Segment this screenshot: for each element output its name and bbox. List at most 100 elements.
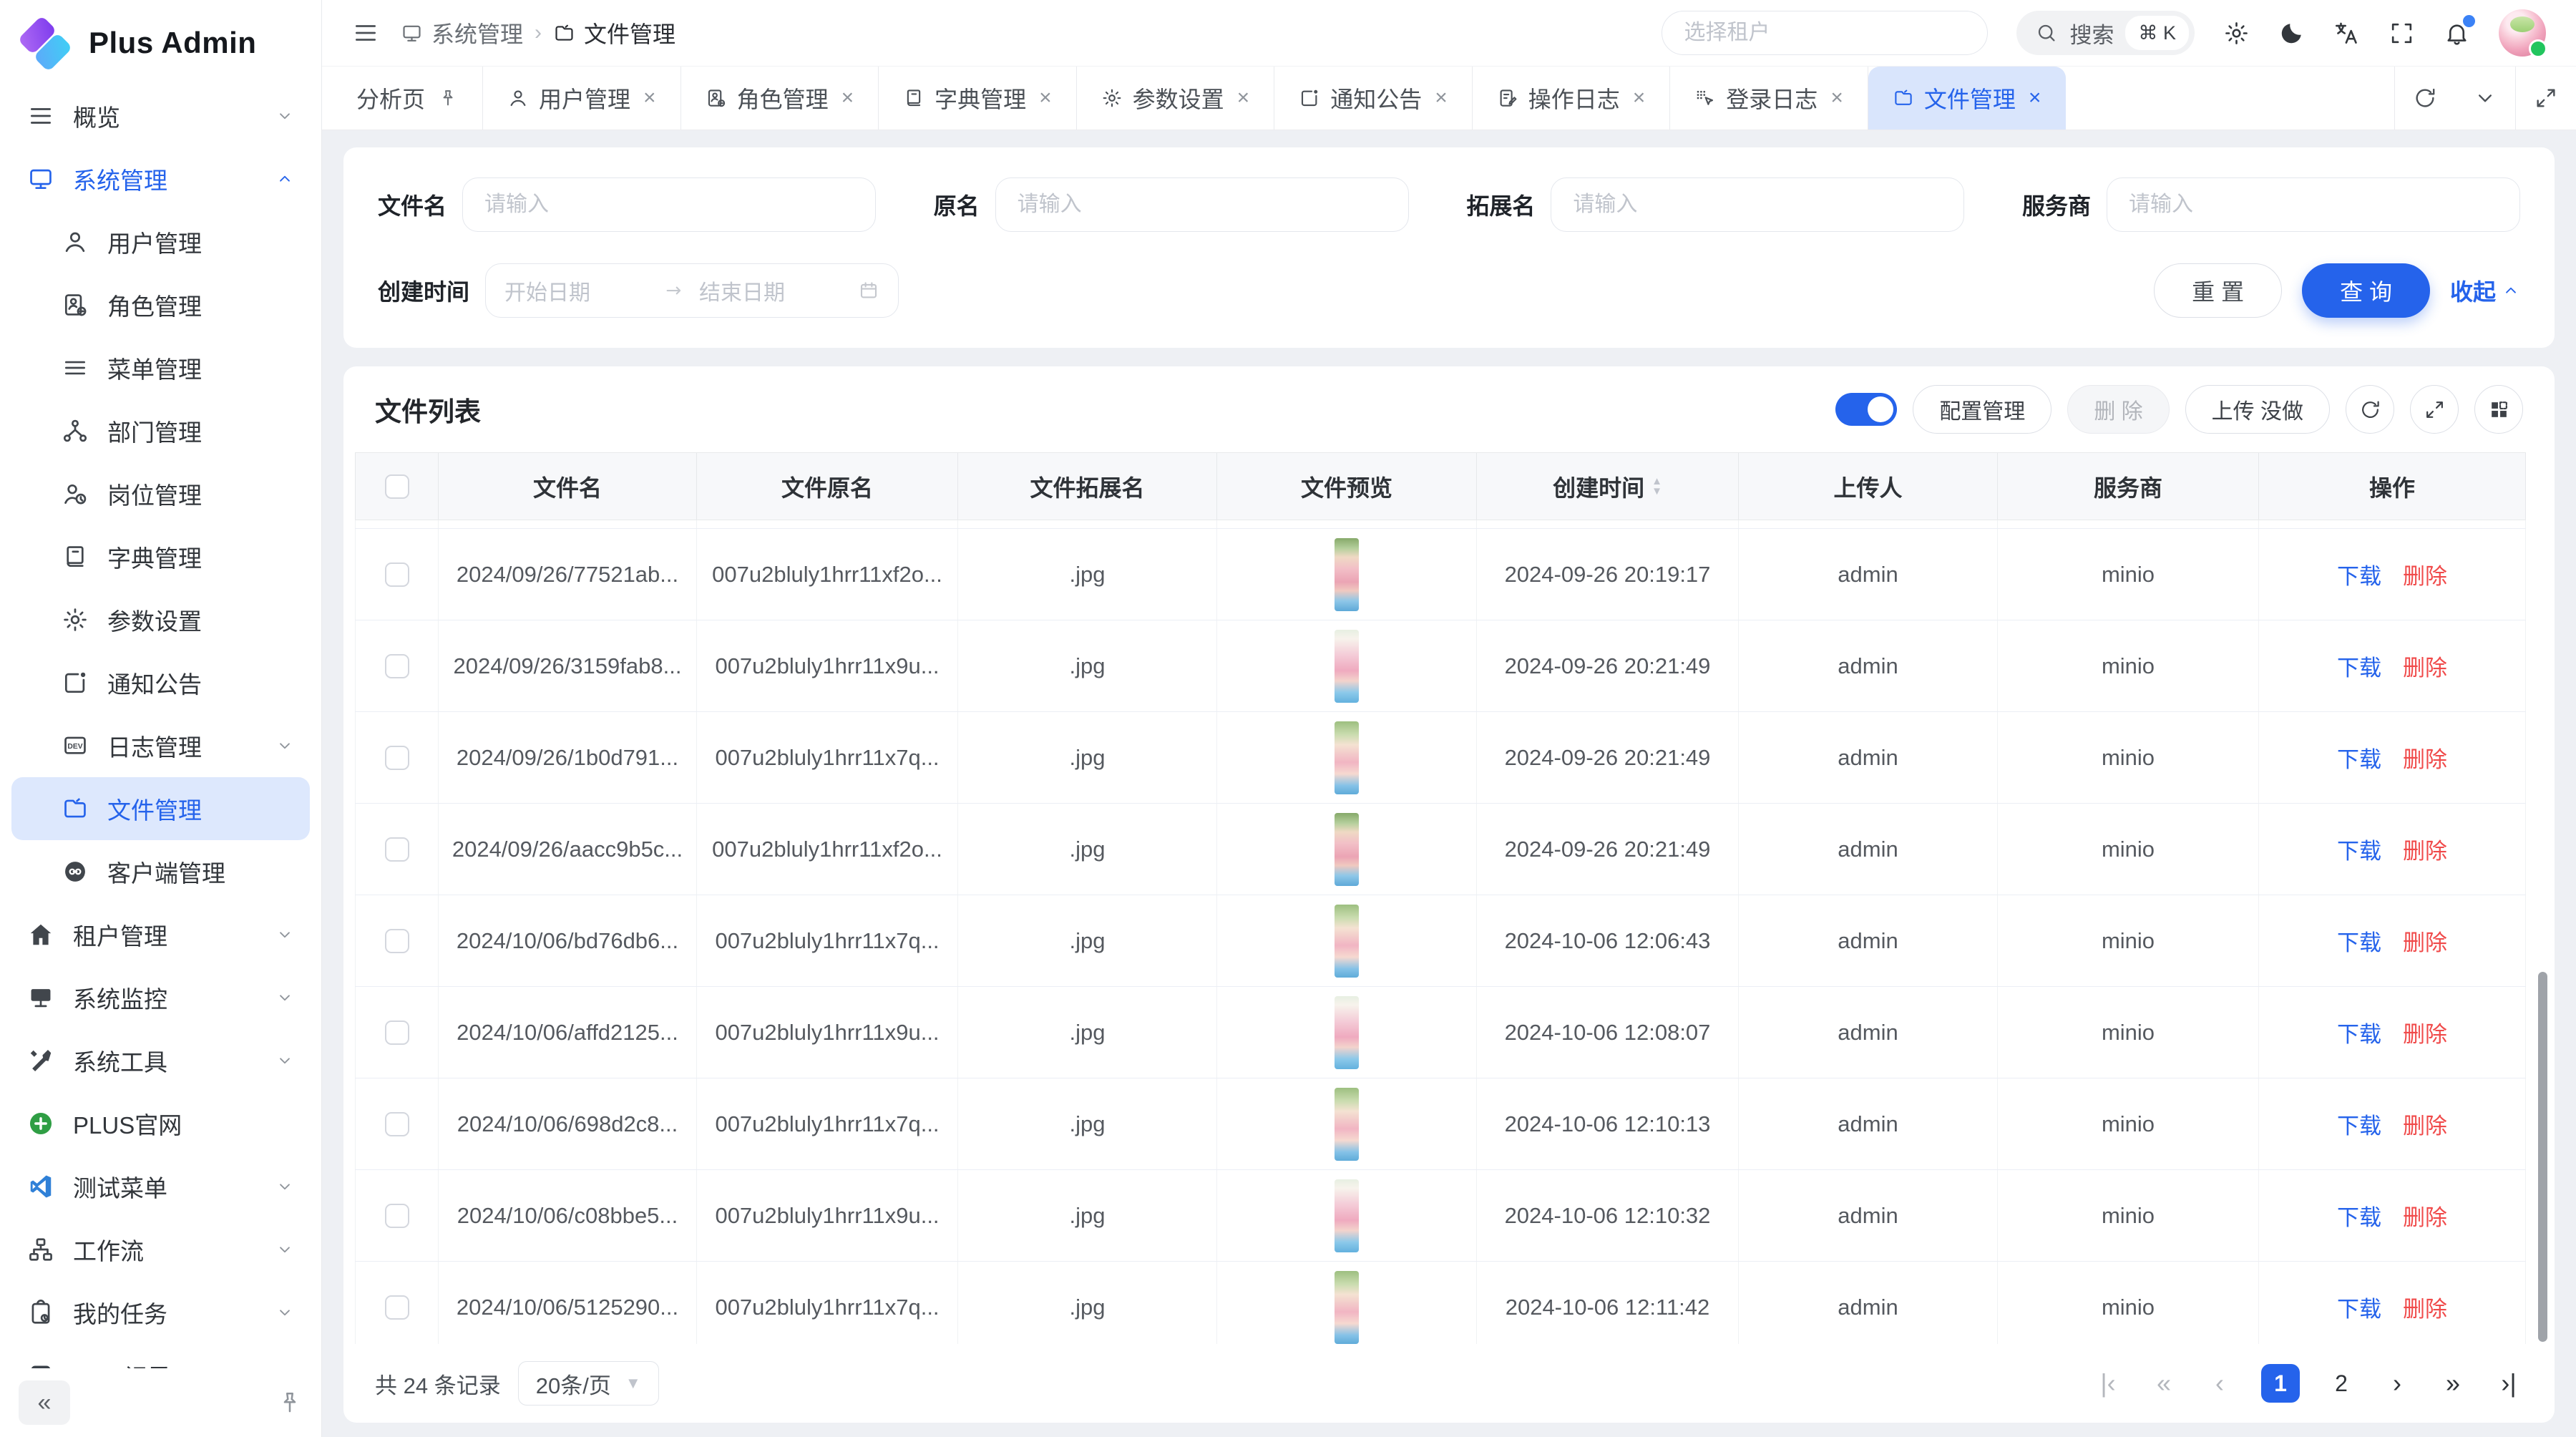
filter-input-拓展名[interactable] [1551, 177, 1964, 232]
sidebar-item-参数设置[interactable]: 参数设置 [11, 588, 310, 651]
prev-jump-button[interactable]: « [2150, 1368, 2178, 1398]
sort-carets-icon[interactable]: ▲▼ [1652, 477, 1662, 496]
next-page-button[interactable]: › [2383, 1368, 2411, 1398]
sidebar-item-日志管理[interactable]: DEV日志管理 [11, 714, 310, 777]
file-preview-thumbnail[interactable] [1335, 1179, 1359, 1252]
download-link[interactable]: 下载 [2337, 741, 2381, 774]
row-checkbox[interactable] [385, 1112, 409, 1136]
sidebar-item-客户端管理[interactable]: 客户端管理 [11, 840, 310, 903]
refresh-table-icon[interactable] [2346, 385, 2394, 434]
sidebar-item-用户管理[interactable]: 用户管理 [11, 210, 310, 273]
sidebar-item-通知公告[interactable]: 通知公告 [11, 651, 310, 714]
sidebar-item-工作流[interactable]: 工作流 [11, 1218, 310, 1281]
row-checkbox[interactable] [385, 837, 409, 862]
tab-通知公告[interactable]: 通知公告× [1274, 67, 1473, 130]
upload-button[interactable]: 上传 没做 [2185, 385, 2330, 434]
row-checkbox[interactable] [385, 746, 409, 770]
download-link[interactable]: 下载 [2337, 833, 2381, 865]
search-button[interactable]: 查 询 [2302, 263, 2430, 318]
close-tab-icon[interactable]: × [1830, 86, 1843, 110]
tab-用户管理[interactable]: 用户管理× [483, 67, 681, 130]
sidebar-item-文件管理[interactable]: 文件管理 [11, 777, 310, 840]
file-preview-thumbnail[interactable] [1335, 813, 1359, 886]
sidebar-item-岗位管理[interactable]: 岗位管理 [11, 462, 310, 525]
pin-icon[interactable] [277, 1390, 303, 1416]
row-checkbox[interactable] [385, 929, 409, 953]
tab-登录日志[interactable]: 登录日志× [1670, 67, 1868, 130]
tab-操作日志[interactable]: 操作日志× [1473, 67, 1671, 130]
next-jump-button[interactable]: » [2439, 1368, 2467, 1398]
column-header-创建时间[interactable]: 创建时间▲▼ [1477, 453, 1739, 520]
filter-input-原名[interactable] [995, 177, 1409, 232]
sidebar-item-租户管理[interactable]: 租户管理 [11, 903, 310, 966]
sidebar-item-我的任务[interactable]: 我的任务 [11, 1281, 310, 1344]
delete-link[interactable]: 删除 [2403, 1108, 2447, 1140]
download-link[interactable]: 下载 [2337, 558, 2381, 590]
hamburger-menu-icon[interactable] [352, 19, 379, 47]
expand-table-icon[interactable] [2410, 385, 2459, 434]
tab-角色管理[interactable]: 角色管理× [681, 67, 879, 130]
close-tab-icon[interactable]: × [1039, 86, 1052, 110]
tab-menu-chevron-icon[interactable] [2455, 67, 2515, 130]
config-manage-button[interactable]: 配置管理 [1913, 385, 2051, 434]
sidebar-item-PLUS官网[interactable]: PLUS官网 [11, 1092, 310, 1155]
close-tab-icon[interactable]: × [1237, 86, 1250, 110]
logo[interactable]: Plus Admin [0, 0, 321, 77]
global-search-button[interactable]: 搜索 ⌘ K [2016, 11, 2195, 55]
download-link[interactable]: 下载 [2337, 925, 2381, 957]
refresh-tab-icon[interactable] [2395, 67, 2455, 130]
close-tab-icon[interactable]: × [643, 86, 656, 110]
page-2[interactable]: 2 [2327, 1370, 2356, 1397]
row-checkbox[interactable] [385, 1020, 409, 1045]
delete-link[interactable]: 删除 [2403, 558, 2447, 590]
filter-input-文件名[interactable] [462, 177, 876, 232]
download-link[interactable]: 下载 [2337, 1199, 2381, 1232]
breadcrumb-item-系统管理[interactable]: 系统管理 [401, 16, 523, 49]
sidebar-item-系统管理[interactable]: 系统管理 [11, 147, 310, 210]
row-checkbox[interactable] [385, 1204, 409, 1228]
close-tab-icon[interactable]: × [841, 86, 854, 110]
delete-link[interactable]: 删除 [2403, 833, 2447, 865]
delete-link[interactable]: 删除 [2403, 1291, 2447, 1323]
tenant-select-input[interactable] [1662, 11, 1988, 55]
breadcrumb-item-文件管理[interactable]: 文件管理 [553, 16, 675, 49]
file-preview-thumbnail[interactable] [1335, 538, 1359, 611]
sidebar-item-系统工具[interactable]: 系统工具 [11, 1029, 310, 1092]
dark-mode-moon-icon[interactable] [2278, 20, 2305, 47]
download-link[interactable]: 下载 [2337, 650, 2381, 682]
delete-link[interactable]: 删除 [2403, 925, 2447, 957]
close-tab-icon[interactable]: × [1633, 86, 1646, 110]
file-preview-thumbnail[interactable] [1335, 1271, 1359, 1344]
sidebar-item-测试菜单[interactable]: 测试菜单 [11, 1155, 310, 1218]
sidebar-item-系统监控[interactable]: 系统监控 [11, 966, 310, 1029]
delete-link[interactable]: 删除 [2403, 650, 2447, 682]
row-checkbox[interactable] [385, 1295, 409, 1320]
last-page-button[interactable]: ›| [2494, 1368, 2523, 1398]
filter-input-服务商[interactable] [2107, 177, 2520, 232]
row-checkbox[interactable] [385, 654, 409, 678]
row-checkbox[interactable] [385, 562, 409, 587]
search-panel-toggle[interactable] [1835, 393, 1897, 426]
delete-button[interactable]: 删 除 [2067, 385, 2169, 434]
reset-button[interactable]: 重 置 [2154, 263, 2282, 318]
tab-参数设置[interactable]: 参数设置× [1077, 67, 1275, 130]
file-preview-thumbnail[interactable] [1335, 630, 1359, 703]
fullscreen-icon[interactable] [2389, 20, 2415, 47]
maximize-content-icon[interactable] [2516, 67, 2576, 130]
table-scrollbar-thumb[interactable] [2538, 972, 2547, 1342]
file-preview-thumbnail[interactable] [1335, 721, 1359, 794]
file-preview-thumbnail[interactable] [1335, 1088, 1359, 1161]
collapse-filters-link[interactable]: 收起 [2450, 274, 2520, 307]
sidebar-item-菜单管理[interactable]: 菜单管理 [11, 336, 310, 399]
user-avatar[interactable] [2499, 9, 2546, 57]
close-tab-icon[interactable]: × [2029, 86, 2041, 110]
download-link[interactable]: 下载 [2337, 1016, 2381, 1048]
delete-link[interactable]: 删除 [2403, 1016, 2447, 1048]
prev-page-button[interactable]: ‹ [2205, 1368, 2234, 1398]
notifications-bell-button[interactable] [2444, 20, 2470, 47]
translate-icon[interactable] [2333, 20, 2360, 47]
date-range-picker[interactable]: 开始日期 结束日期 [485, 263, 899, 318]
first-page-button[interactable]: |‹ [2094, 1368, 2122, 1398]
delete-link[interactable]: 删除 [2403, 1199, 2447, 1232]
sidebar-collapse-button[interactable]: « [19, 1380, 70, 1425]
